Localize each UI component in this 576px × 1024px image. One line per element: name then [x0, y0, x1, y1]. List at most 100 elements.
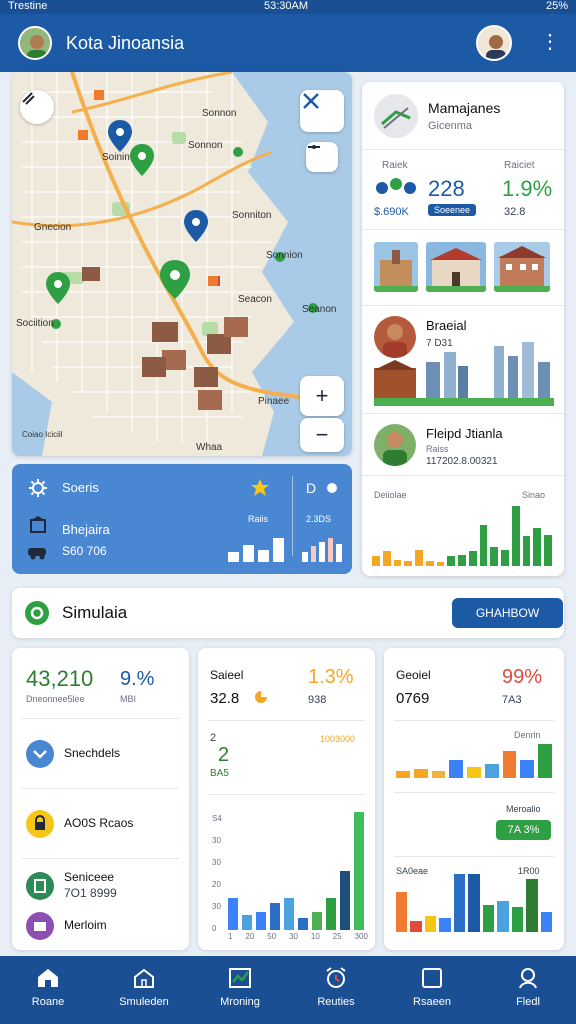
card1-item[interactable]: AO0S Rcaos	[22, 806, 179, 842]
chart-bar	[484, 764, 499, 778]
chart-bar	[393, 559, 402, 566]
agent2-role: Raiss	[426, 444, 449, 454]
sales-card: Saieel 1.3% 32.8 938 2 2 BA5 1003000 S4 …	[198, 648, 375, 950]
property-thumbnail[interactable]	[374, 242, 418, 292]
car-icon	[28, 548, 46, 560]
chart-bar	[490, 546, 499, 566]
map-view[interactable]: Soinin Sonnon Gnecion Sonnon Sonniton So…	[12, 72, 352, 456]
card2-y-axis: S4 30 30 20 30 0	[212, 808, 226, 940]
chart-bar	[310, 546, 317, 562]
card2-x-axis: 1 20 50 30 10 25 300	[228, 932, 368, 941]
layers-button[interactable]	[20, 90, 54, 124]
divider	[22, 788, 179, 789]
card1-item[interactable]: Snechdels	[22, 736, 179, 772]
simulation-button[interactable]: GHAHBOW	[452, 598, 563, 628]
chart-bar	[258, 550, 269, 562]
property-thumbnail[interactable]	[494, 242, 550, 292]
stat-main-value: 228	[428, 176, 465, 201]
mini-chart-label-left: Deiiolae	[374, 490, 407, 500]
map-label: Gnecion	[34, 222, 72, 233]
chart-bar	[538, 744, 552, 778]
profile-avatar[interactable]	[476, 25, 512, 61]
more-menu-icon[interactable]: ⋮	[540, 29, 560, 54]
chart-bar	[447, 556, 456, 566]
card1-item[interactable]: Merloim	[22, 910, 179, 942]
chart-bar	[382, 551, 391, 566]
summary-panel: Soeris D Bhejaira S60 706 Raiis 2.3DS	[12, 464, 352, 574]
nav-home[interactable]: Roane	[0, 956, 96, 1024]
profile-logo	[374, 94, 418, 138]
divider	[22, 858, 179, 859]
card3-chart1-label: Denrin	[514, 730, 541, 740]
nav-label: Rsaeen	[413, 996, 451, 1008]
profile-section[interactable]: Mamajanes Gicenma	[362, 82, 564, 150]
city-skyline-image	[374, 342, 554, 406]
chart-bar	[501, 549, 509, 566]
card2-mini-num: 2	[218, 744, 230, 766]
compass-button[interactable]	[306, 142, 338, 172]
map-label: Seanon	[302, 304, 337, 315]
tools-button[interactable]	[300, 90, 344, 132]
chart-bar	[396, 771, 410, 778]
card3-value: 0769	[396, 690, 430, 707]
toggle-icon[interactable]: D	[304, 478, 344, 498]
divider	[394, 792, 554, 793]
summary-bars-right	[302, 538, 342, 562]
x-tick: 30	[289, 932, 298, 941]
chevron-down-icon	[26, 740, 54, 768]
card1-item[interactable]: Seniceee 7O1 8999	[22, 866, 179, 906]
chart-bar	[396, 892, 408, 932]
nav-simulation[interactable]: Smuleden	[96, 956, 192, 1024]
star-icon[interactable]	[250, 478, 270, 498]
chart-bar	[256, 912, 266, 930]
building-icon	[30, 516, 46, 533]
y-tick: 30	[212, 836, 221, 845]
simulation-bar: Simulaia GHAHBOW	[12, 588, 564, 638]
summary-row3-value: S60 706	[62, 544, 107, 558]
agent2-section[interactable]: Fleipd Jtianla Raiss 117202.8.00321	[362, 414, 564, 476]
divider	[394, 856, 554, 857]
map-label: Pinaee	[258, 396, 290, 407]
chart-bar	[354, 812, 364, 930]
nav-screen[interactable]: Rsaeen	[384, 956, 480, 1024]
nav-routes[interactable]: Reuties	[288, 956, 384, 1024]
stat-badge: Soeenee	[428, 204, 477, 216]
chart-bar	[312, 912, 322, 930]
card2-sub: 938	[308, 694, 327, 706]
mini-chart-label-right: Sinao	[522, 490, 546, 500]
property-thumbnail[interactable]	[426, 242, 486, 292]
chart-bar	[228, 897, 238, 930]
agent2-name: Fleipd Jtianla	[426, 426, 503, 441]
card1-item-label: Snechdels	[64, 746, 121, 760]
card2-percent: 1.3%	[308, 666, 354, 688]
svg-text:D: D	[306, 480, 316, 496]
zoom-in-button[interactable]: +	[300, 376, 344, 416]
nav-profile[interactable]: Fledl	[480, 956, 576, 1024]
settings-icon[interactable]	[28, 478, 48, 498]
card1-item-label: AO0S Rcaos	[64, 816, 134, 830]
card1-percent: 9.%	[120, 668, 155, 690]
nav-monitoring[interactable]: Mroning	[192, 956, 288, 1024]
stat-sub-right: 32.8	[504, 206, 526, 218]
card3-badge-label: Meroalio	[506, 804, 541, 814]
document-icon	[26, 872, 54, 900]
chart-bar	[298, 918, 308, 930]
chart-bar	[497, 901, 509, 932]
chart-bar	[425, 560, 434, 566]
user-avatar[interactable]	[18, 26, 52, 60]
card2-mini-right: 1003000	[320, 734, 356, 744]
divider	[394, 720, 554, 721]
chart-bar	[431, 771, 446, 778]
x-tick: 50	[267, 932, 277, 941]
map-label: Coiao Iciciil	[22, 430, 63, 439]
status-bar: Trestine 53:30AM 25%	[0, 0, 576, 14]
chart-bar	[410, 921, 422, 932]
chart-bar	[453, 874, 466, 932]
layers-icon	[22, 92, 35, 105]
chart-bar	[439, 917, 451, 932]
chart-bar	[424, 915, 437, 932]
metrics-card: 43,210 9.% Dneonnee5lee MBI Snechdels AO…	[12, 648, 189, 950]
stats-section: Raiek Raiciet 228 1.9% $.690K Soeenee 32…	[362, 150, 564, 230]
zoom-out-button[interactable]: −	[300, 418, 344, 452]
agent-section[interactable]: Braeial 7 D31	[362, 306, 564, 414]
